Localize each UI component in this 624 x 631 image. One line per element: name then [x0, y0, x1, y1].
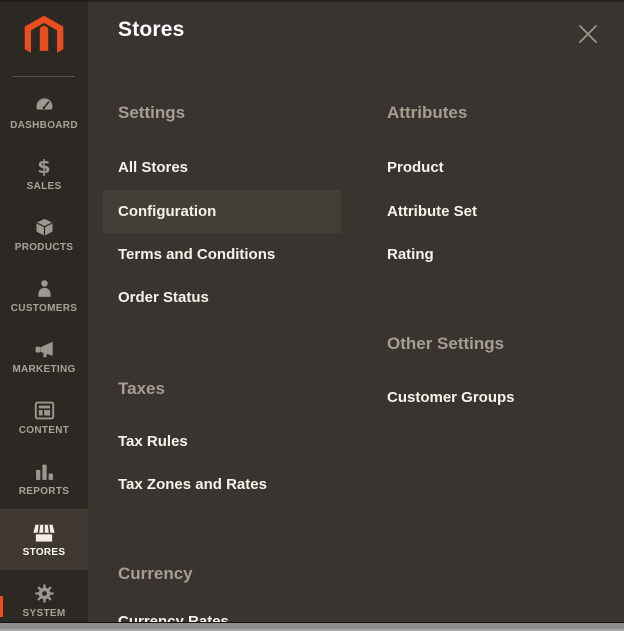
section-title-attributes: Attributes — [387, 103, 467, 123]
sidebar-item-label: CUSTOMERS — [11, 303, 77, 314]
menu-link-rating[interactable]: Rating — [372, 233, 610, 276]
menu-link-customer-groups[interactable]: Customer Groups — [372, 376, 610, 419]
stores-flyout-menu: Stores Settings All Stores Configuration… — [88, 0, 624, 622]
megaphone-icon — [34, 339, 55, 361]
sidebar-item-label: MARKETING — [12, 364, 75, 375]
section-title-other-settings: Other Settings — [387, 334, 504, 354]
menu-link-label: Rating — [387, 246, 434, 263]
gauge-icon — [34, 95, 55, 117]
magento-logo-icon — [23, 14, 65, 61]
menu-link-order-status[interactable]: Order Status — [103, 276, 341, 319]
magento-admin-screen: DASHBOARD $ SALES PRODUCTS — [0, 0, 624, 631]
menu-link-all-stores[interactable]: All Stores — [103, 146, 341, 189]
menu-link-tax-zones-and-rates[interactable]: Tax Zones and Rates — [103, 463, 341, 506]
admin-sidebar: DASHBOARD $ SALES PRODUCTS — [0, 0, 88, 622]
flyout-column-attributes: Attributes Product Attribute Set Rating … — [372, 0, 610, 622]
box-icon — [34, 217, 55, 239]
menu-link-label: Tax Rules — [118, 433, 188, 450]
dollar-icon: $ — [37, 156, 50, 178]
window-bottom-strip — [0, 622, 624, 631]
storefront-icon — [33, 522, 55, 544]
menu-link-label: Attribute Set — [387, 203, 477, 220]
menu-link-attribute-set[interactable]: Attribute Set — [372, 190, 610, 233]
sidebar-item-label: PRODUCTS — [15, 242, 74, 253]
menu-link-label: Configuration — [118, 203, 216, 220]
magento-logo[interactable] — [0, 8, 88, 66]
sidebar-item-dashboard[interactable]: DASHBOARD — [0, 82, 88, 143]
sidebar-item-label: DASHBOARD — [10, 120, 78, 131]
sidebar-item-sales[interactable]: $ SALES — [0, 143, 88, 204]
sidebar-item-stores[interactable]: STORES — [0, 509, 88, 570]
section-title-currency: Currency — [118, 564, 193, 584]
menu-link-label: All Stores — [118, 159, 188, 176]
menu-link-tax-rules[interactable]: Tax Rules — [103, 420, 341, 463]
menu-link-label: Order Status — [118, 289, 209, 306]
gear-icon — [34, 583, 55, 605]
menu-link-terms-and-conditions[interactable]: Terms and Conditions — [103, 233, 341, 276]
sidebar-item-label: STORES — [23, 547, 66, 558]
notification-sliver — [0, 596, 3, 617]
menu-link-label: Product — [387, 159, 444, 176]
menu-link-currency-rates[interactable]: Currency Rates — [103, 600, 341, 622]
sidebar-item-reports[interactable]: REPORTS — [0, 448, 88, 509]
sidebar-item-label: REPORTS — [19, 486, 69, 497]
menu-link-label: Terms and Conditions — [118, 246, 275, 263]
sidebar-item-label: CONTENT — [19, 425, 69, 436]
sidebar-item-content[interactable]: CONTENT — [0, 387, 88, 448]
window-top-edge — [0, 0, 624, 2]
sidebar-divider — [12, 76, 75, 77]
sidebar-menu: DASHBOARD $ SALES PRODUCTS — [0, 82, 88, 631]
menu-link-label: Customer Groups — [387, 389, 515, 406]
sidebar-item-label: SALES — [27, 181, 62, 192]
sidebar-item-marketing[interactable]: MARKETING — [0, 326, 88, 387]
section-title-taxes: Taxes — [118, 379, 165, 399]
sidebar-item-products[interactable]: PRODUCTS — [0, 204, 88, 265]
menu-link-configuration[interactable]: Configuration — [103, 190, 341, 233]
sidebar-item-label: SYSTEM — [23, 608, 66, 619]
section-title-settings: Settings — [118, 103, 185, 123]
menu-link-product[interactable]: Product — [372, 146, 610, 189]
layout-icon — [34, 400, 55, 422]
menu-link-label: Tax Zones and Rates — [118, 476, 267, 493]
bar-chart-icon — [34, 461, 55, 483]
sidebar-item-customers[interactable]: CUSTOMERS — [0, 265, 88, 326]
flyout-column-settings: Settings All Stores Configuration Terms … — [103, 0, 341, 622]
menu-link-label: Currency Rates — [118, 613, 229, 622]
person-icon — [34, 278, 55, 300]
